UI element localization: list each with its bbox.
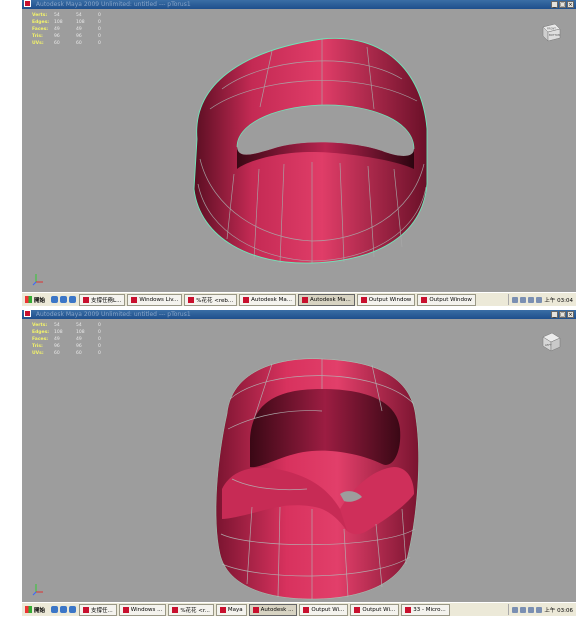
taskbar-button[interactable]: 支撐任... <box>79 603 117 616</box>
system-tray: 上午 03:04 <box>508 294 576 305</box>
left-strip <box>0 310 22 620</box>
windows-taskbar: 開始 支撐任... Windows ... %花花 <r... Maya Aut… <box>22 602 576 616</box>
maya-window-2: Autodesk Maya 2009 Unlimited: untitled -… <box>0 310 576 620</box>
tray-icon[interactable] <box>528 296 535 303</box>
taskbar-button[interactable]: %花花 <reb... <box>184 293 238 306</box>
taskbar-button-active[interactable]: Autodesk ... <box>248 603 298 616</box>
app-icon <box>83 296 90 303</box>
taskbar-button[interactable]: Windows ... <box>118 603 167 616</box>
window-controls: _ □ × <box>551 311 574 318</box>
app-icon <box>172 606 179 613</box>
start-button[interactable]: 開始 <box>22 604 48 615</box>
app-icon <box>405 606 412 613</box>
maya-window-1: Autodesk Maya 2009 Unlimited: untitled -… <box>0 0 576 310</box>
start-button[interactable]: 開始 <box>22 294 48 305</box>
window-titlebar[interactable]: Autodesk Maya 2009 Unlimited: untitled -… <box>22 310 576 319</box>
maya-app-icon <box>252 606 259 613</box>
window-title: Autodesk Maya 2009 Unlimited: untitled -… <box>35 1 191 8</box>
taskbar-button[interactable]: Windows Liv... <box>127 293 183 306</box>
maya-app-icon <box>301 296 308 303</box>
quick-launch <box>48 296 79 303</box>
quick-launch <box>48 606 79 613</box>
maximize-button[interactable]: □ <box>559 1 566 8</box>
taskbar-button[interactable]: Output Wi... <box>299 603 349 616</box>
window-title: Autodesk Maya 2009 Unlimited: untitled -… <box>35 311 191 318</box>
app-icon <box>131 296 138 303</box>
minimize-button[interactable]: _ <box>551 311 558 318</box>
quicklaunch-icon[interactable] <box>51 606 59 613</box>
quicklaunch-icon[interactable] <box>60 606 68 613</box>
perspective-viewport[interactable]: Verts: 54 54 0 Edges: 108 108 0 Faces: 49 49 0 Tr… <box>22 9 576 292</box>
quicklaunch-icon[interactable] <box>69 296 77 303</box>
minimize-button[interactable]: _ <box>551 1 558 8</box>
close-button[interactable]: × <box>567 311 574 318</box>
taskbar-button[interactable]: 33 - Micro... <box>401 603 450 616</box>
maya-app-icon <box>243 296 250 303</box>
tray-icon[interactable] <box>520 296 527 303</box>
maya-app-icon <box>421 296 428 303</box>
taskbar-button[interactable]: 支撐任務L... <box>79 293 126 306</box>
windows-flag-icon <box>25 296 32 303</box>
taskbar-button[interactable]: Output Window <box>356 293 416 306</box>
app-icon <box>188 296 195 303</box>
quicklaunch-icon[interactable] <box>51 296 59 303</box>
quicklaunch-icon[interactable] <box>69 606 77 613</box>
windows-flag-icon <box>25 606 32 613</box>
taskbar-button[interactable]: Output Window <box>417 293 476 306</box>
windows-taskbar: 開始 支撐任務L... Windows Liv... %花花 <reb... A… <box>22 292 576 306</box>
tray-icon[interactable] <box>536 296 543 303</box>
maya-app-icon <box>360 296 367 303</box>
clock[interactable]: 上午 03:04 <box>544 296 573 304</box>
maximize-button[interactable]: □ <box>559 311 566 318</box>
perspective-viewport[interactable]: Verts: 54 54 0 Edges: 108 108 0 Faces: 49 49 0 Tr… <box>22 319 576 602</box>
taskbar-button[interactable]: Autodesk Ma... <box>239 293 296 306</box>
taskbar-button[interactable]: Maya <box>215 603 247 616</box>
tray-icon[interactable] <box>536 606 543 613</box>
app-icon <box>83 606 90 613</box>
tray-icon[interactable] <box>528 606 535 613</box>
window-titlebar[interactable]: Autodesk Maya 2009 Unlimited: untitled -… <box>22 0 576 9</box>
maya-app-icon <box>24 0 31 7</box>
clock[interactable]: 上午 03:06 <box>544 606 573 614</box>
taskbar-button[interactable]: Output Wi... <box>350 603 400 616</box>
maya-app-icon <box>303 606 310 613</box>
tray-icon[interactable] <box>512 296 519 303</box>
tray-icon[interactable] <box>520 606 527 613</box>
app-icon <box>122 606 129 613</box>
tray-icon[interactable] <box>512 606 519 613</box>
torus-model-collapsed[interactable] <box>22 319 576 602</box>
taskbar-button[interactable]: %花花 <r... <box>168 603 214 616</box>
system-tray: 上午 03:06 <box>508 604 576 615</box>
torus-model-open-ring[interactable] <box>22 9 576 292</box>
left-strip <box>0 0 22 310</box>
maya-app-icon <box>219 606 226 613</box>
window-controls: _ □ × <box>551 1 574 8</box>
maya-app-icon <box>24 310 31 317</box>
close-button[interactable]: × <box>567 1 574 8</box>
taskbar-button-active[interactable]: Autodesk Ma... <box>297 293 355 306</box>
quicklaunch-icon[interactable] <box>60 296 68 303</box>
maya-app-icon <box>354 606 361 613</box>
